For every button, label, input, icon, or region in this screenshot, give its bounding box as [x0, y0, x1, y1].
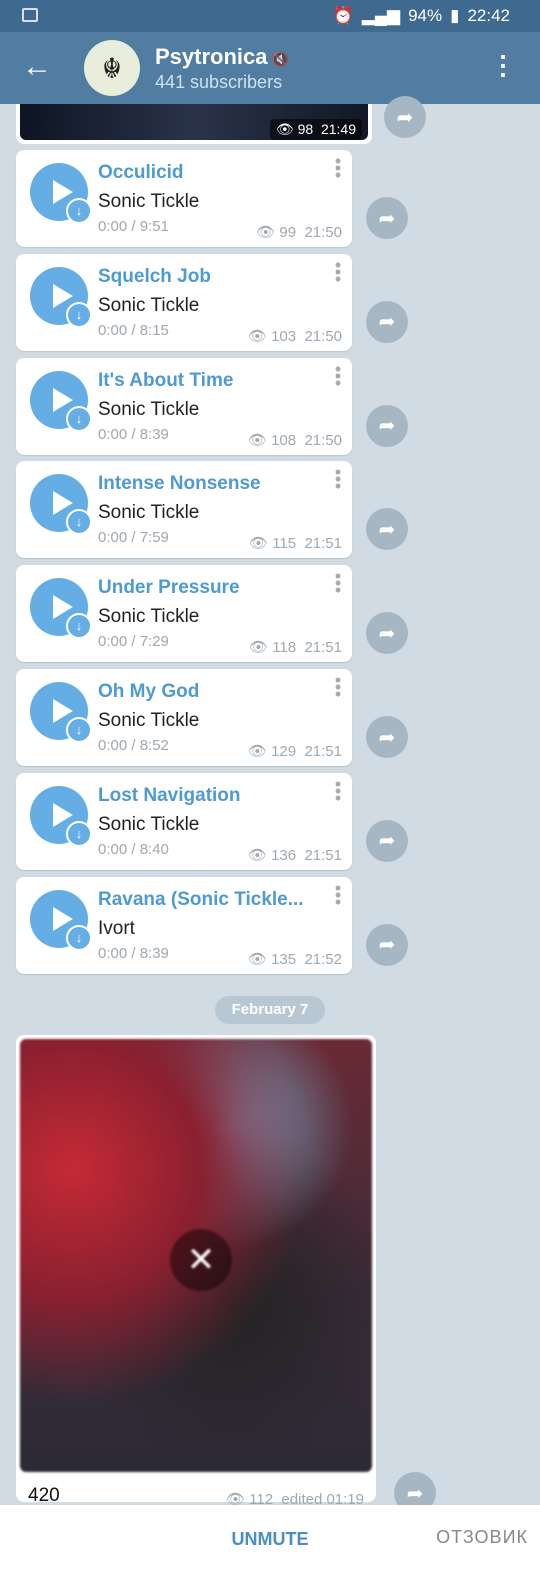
more-menu-icon[interactable]: ⋮ [490, 50, 516, 81]
forward-button[interactable]: ➦ [366, 404, 408, 447]
views-icon: 👁 [247, 743, 267, 760]
watermark-logo: ОТЗОВИК [436, 1527, 528, 1547]
track-title: Occulicid [98, 162, 184, 183]
battery-percent: 94% [408, 6, 443, 25]
audio-message[interactable]: ↓ Under Pressure Sonic Tickle 0:00 / 7:2… [16, 565, 352, 663]
views-icon: 👁 [256, 224, 276, 241]
track-menu-icon[interactable]: • • • [334, 152, 342, 184]
message-meta: 👁 99 21:50 [256, 224, 342, 241]
message-meta: 👁 103 21:50 [247, 327, 342, 345]
audio-message[interactable]: ↓ Lost Navigation Sonic Tickle 0:00 / 8:… [16, 772, 352, 870]
track-progress: 0:00 / 8:15 [98, 321, 169, 339]
message-meta: 👁 136 21:51 [247, 846, 342, 864]
track-progress: 0:00 / 8:39 [98, 944, 169, 962]
channel-avatar[interactable]: ☬ [84, 40, 140, 96]
download-icon[interactable]: ↓ [66, 717, 92, 743]
battery-icon: ▮ [450, 6, 460, 25]
track-artist: Ivort [98, 917, 135, 939]
signal-icon: ▂▄▆ [361, 6, 401, 25]
download-icon[interactable]: ↓ [66, 509, 92, 536]
track-artist: Sonic Tickle [98, 398, 200, 420]
alarm-icon: ⏰ [332, 6, 354, 25]
track-title: Lost Navigation [98, 784, 241, 806]
track-title: Ravana (Sonic Tickle... [98, 888, 304, 910]
date-divider: February 7 [215, 996, 325, 1024]
audio-message[interactable]: ↓ It's About Time Sonic Tickle 0:00 / 8:… [16, 357, 352, 455]
status-bar: ⏰ ▂▄▆ 94% ▮ 22:42 [0, 0, 540, 32]
track-menu-icon[interactable]: • • • [334, 256, 342, 288]
track-progress: 0:00 / 8:39 [98, 425, 169, 443]
audio-message[interactable]: ↓ Intense Nonsense Sonic Tickle 0:00 / 7… [16, 461, 352, 559]
download-icon[interactable]: ↓ [66, 820, 92, 847]
views-icon: 👁 [247, 846, 267, 864]
download-icon[interactable]: ↓ [66, 198, 92, 224]
views-icon: 👁 [247, 327, 267, 345]
audio-message[interactable]: ↓ Oh My God Sonic Tickle 0:00 / 8:52 • • •… [16, 669, 352, 766]
track-progress: 0:00 / 8:40 [98, 840, 169, 858]
blurred-photo[interactable]: ✕ [20, 1039, 372, 1472]
message-meta: 👁 118 21:51 [248, 639, 342, 657]
track-menu-icon[interactable]: • • • [334, 775, 342, 807]
clock: 22:42 [467, 6, 510, 25]
subscriber-count: 441 subscribers [155, 72, 283, 92]
track-title: Intense Nonsense [98, 473, 261, 495]
photo-message[interactable]: ✕ 420 👁 112 edited 01:19 [16, 1035, 376, 1508]
photo-caption: 420 [28, 1485, 60, 1506]
track-menu-icon[interactable]: • • • [334, 671, 342, 703]
views-icon: 👁 [247, 950, 267, 968]
forward-button[interactable]: ➦ [366, 716, 408, 758]
gallery-notification-icon [22, 8, 38, 22]
download-icon[interactable]: ↓ [66, 301, 92, 328]
download-icon[interactable]: ↓ [66, 924, 92, 951]
audio-message[interactable]: ↓ Occulicid Sonic Tickle 0:00 / 9:51 • • •… [16, 150, 352, 247]
track-title: Under Pressure [98, 577, 240, 599]
audio-message[interactable]: ↓ Ravana (Sonic Tickle... Ivort 0:00 / 8… [16, 876, 352, 974]
bottom-bar: UNMUTE ОТЗОВИК [0, 1505, 540, 1592]
track-title: Squelch Job [98, 265, 211, 287]
track-artist: Sonic Tickle [98, 191, 200, 212]
message-meta: 👁 98 21:49 [269, 119, 362, 140]
forward-button[interactable]: ➦ [366, 508, 408, 551]
message-meta: 👁 108 21:50 [247, 431, 342, 449]
track-title: It's About Time [98, 369, 234, 391]
track-menu-icon[interactable]: • • • [334, 463, 342, 495]
track-progress: 0:00 / 7:29 [98, 633, 169, 651]
forward-button[interactable]: ➦ [366, 923, 408, 966]
message-meta: 👁 129 21:51 [247, 743, 342, 760]
track-progress: 0:00 / 7:59 [98, 529, 169, 547]
track-menu-icon[interactable]: • • • [334, 879, 342, 911]
track-artist: Sonic Tickle [98, 294, 200, 316]
views-icon: 👁 [248, 535, 269, 553]
previous-media-message[interactable]: 👁 98 21:49 [16, 104, 372, 144]
forward-button[interactable]: ➦ [366, 819, 408, 862]
back-arrow-icon[interactable]: ← [22, 50, 52, 84]
download-icon[interactable]: ↓ [66, 405, 92, 432]
message-meta: 👁 115 21:51 [248, 535, 342, 553]
track-menu-icon[interactable]: • • • [334, 360, 342, 392]
track-progress: 0:00 / 8:52 [98, 737, 169, 754]
forward-button[interactable]: ➦ [384, 96, 426, 138]
channel-title[interactable]: Psytronica 🔇 [155, 44, 289, 70]
track-artist: Sonic Tickle [98, 502, 200, 524]
forward-button[interactable]: ➦ [366, 612, 408, 655]
forward-button[interactable]: ➦ [366, 197, 408, 239]
track-artist: Sonic Tickle [98, 813, 200, 835]
views-icon: 👁 [248, 639, 269, 657]
audio-message[interactable]: ↓ Squelch Job Sonic Tickle 0:00 / 8:15 •… [16, 253, 352, 351]
forward-button[interactable]: ➦ [366, 300, 408, 343]
muted-icon: 🔇 [271, 51, 289, 67]
track-artist: Sonic Tickle [98, 606, 200, 628]
track-menu-icon[interactable]: • • • [334, 567, 342, 599]
cancel-download-icon[interactable]: ✕ [170, 1229, 232, 1291]
views-icon: 👁 [247, 431, 267, 449]
track-progress: 0:00 / 9:51 [98, 218, 169, 235]
message-meta: 👁 135 21:52 [247, 950, 342, 968]
download-icon[interactable]: ↓ [66, 613, 92, 640]
chat-header: ← ☬ Psytronica 🔇 441 subscribers ⋮ [0, 32, 540, 104]
track-artist: Sonic Tickle [98, 710, 200, 731]
track-title: Oh My God [98, 681, 200, 702]
